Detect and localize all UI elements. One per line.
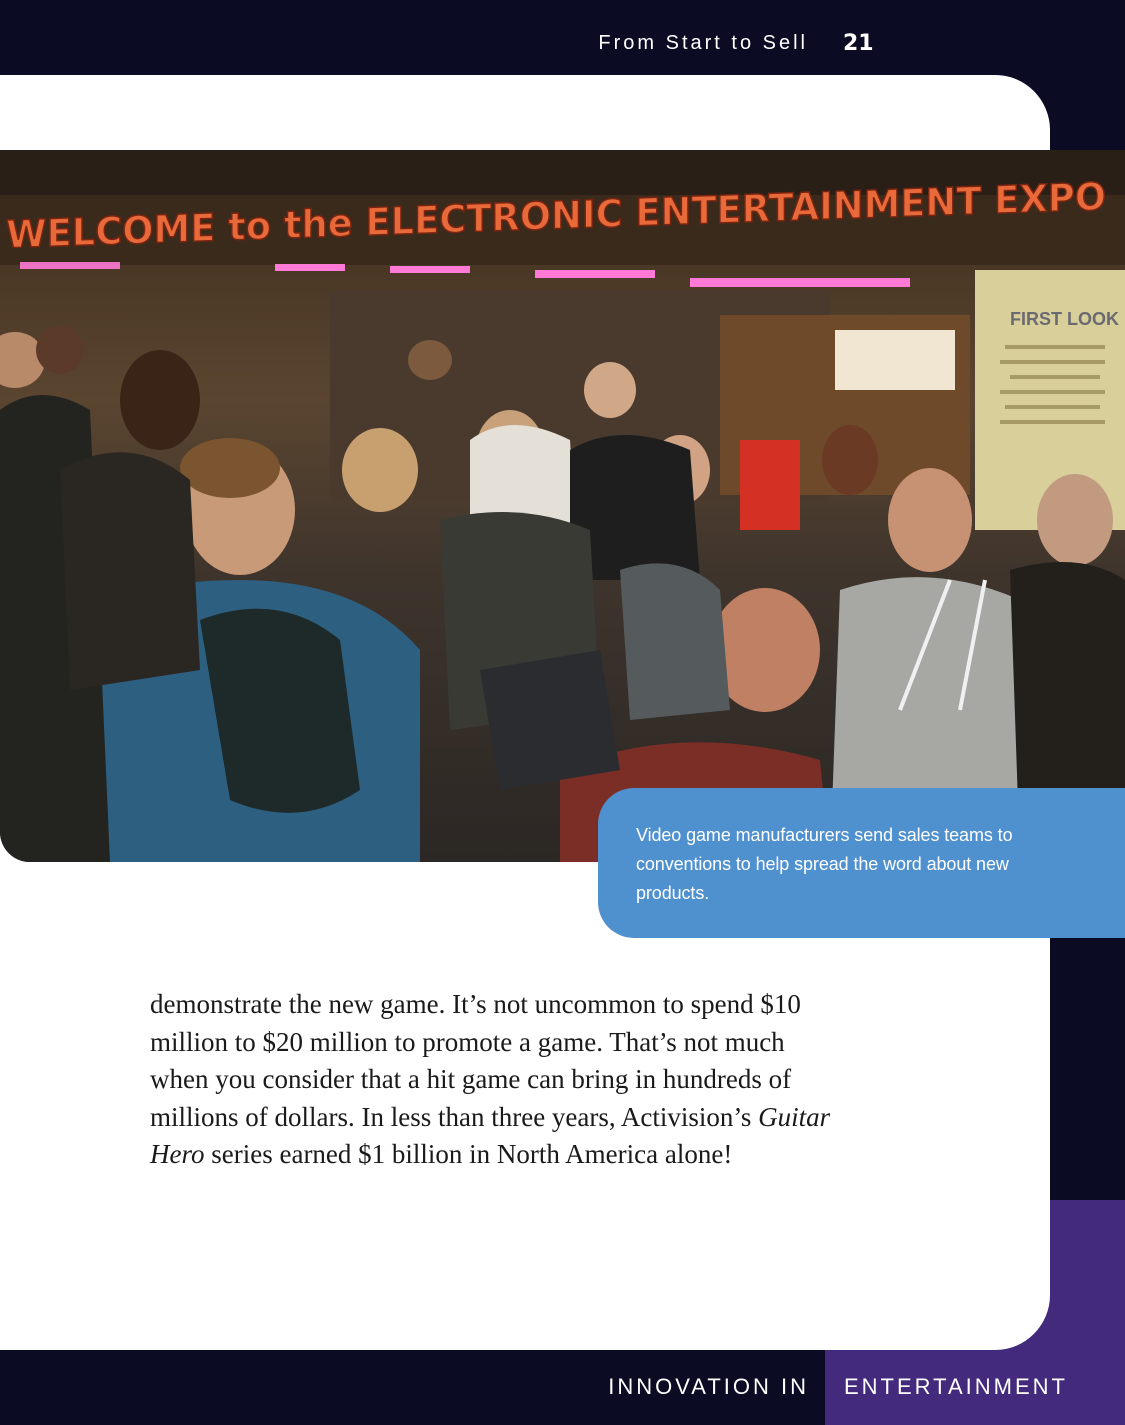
page-header: From Start to Sell 21 (0, 0, 1125, 75)
sign-text: FIRST LOOK (1010, 309, 1119, 329)
body-text: demonstrate the new game. It’s not uncom… (150, 986, 840, 1174)
running-head: From Start to Sell (598, 32, 808, 54)
footer-series-label: INNOVATION IN (0, 1350, 825, 1425)
photo-caption: Video game manufacturers send sales team… (636, 825, 1013, 903)
body-text-before-title: demonstrate the new game. It’s not uncom… (150, 989, 801, 1132)
body-text-after-title: series earned $1 billion in North Americ… (204, 1139, 733, 1169)
photo-caption-box: Video game manufacturers send sales team… (598, 788, 1125, 938)
expo-crowd-photo: WELCOME to the ELECTRONIC ENTERTAINMENT … (0, 150, 1125, 862)
footer-series-title: ENTERTAINMENT (825, 1350, 1125, 1425)
footer-right-label: ENTERTAINMENT (844, 1374, 1068, 1399)
page-number: 21 (843, 31, 874, 56)
footer-left-label: INNOVATION IN (608, 1374, 809, 1399)
body-paragraph: demonstrate the new game. It’s not uncom… (150, 986, 840, 1174)
